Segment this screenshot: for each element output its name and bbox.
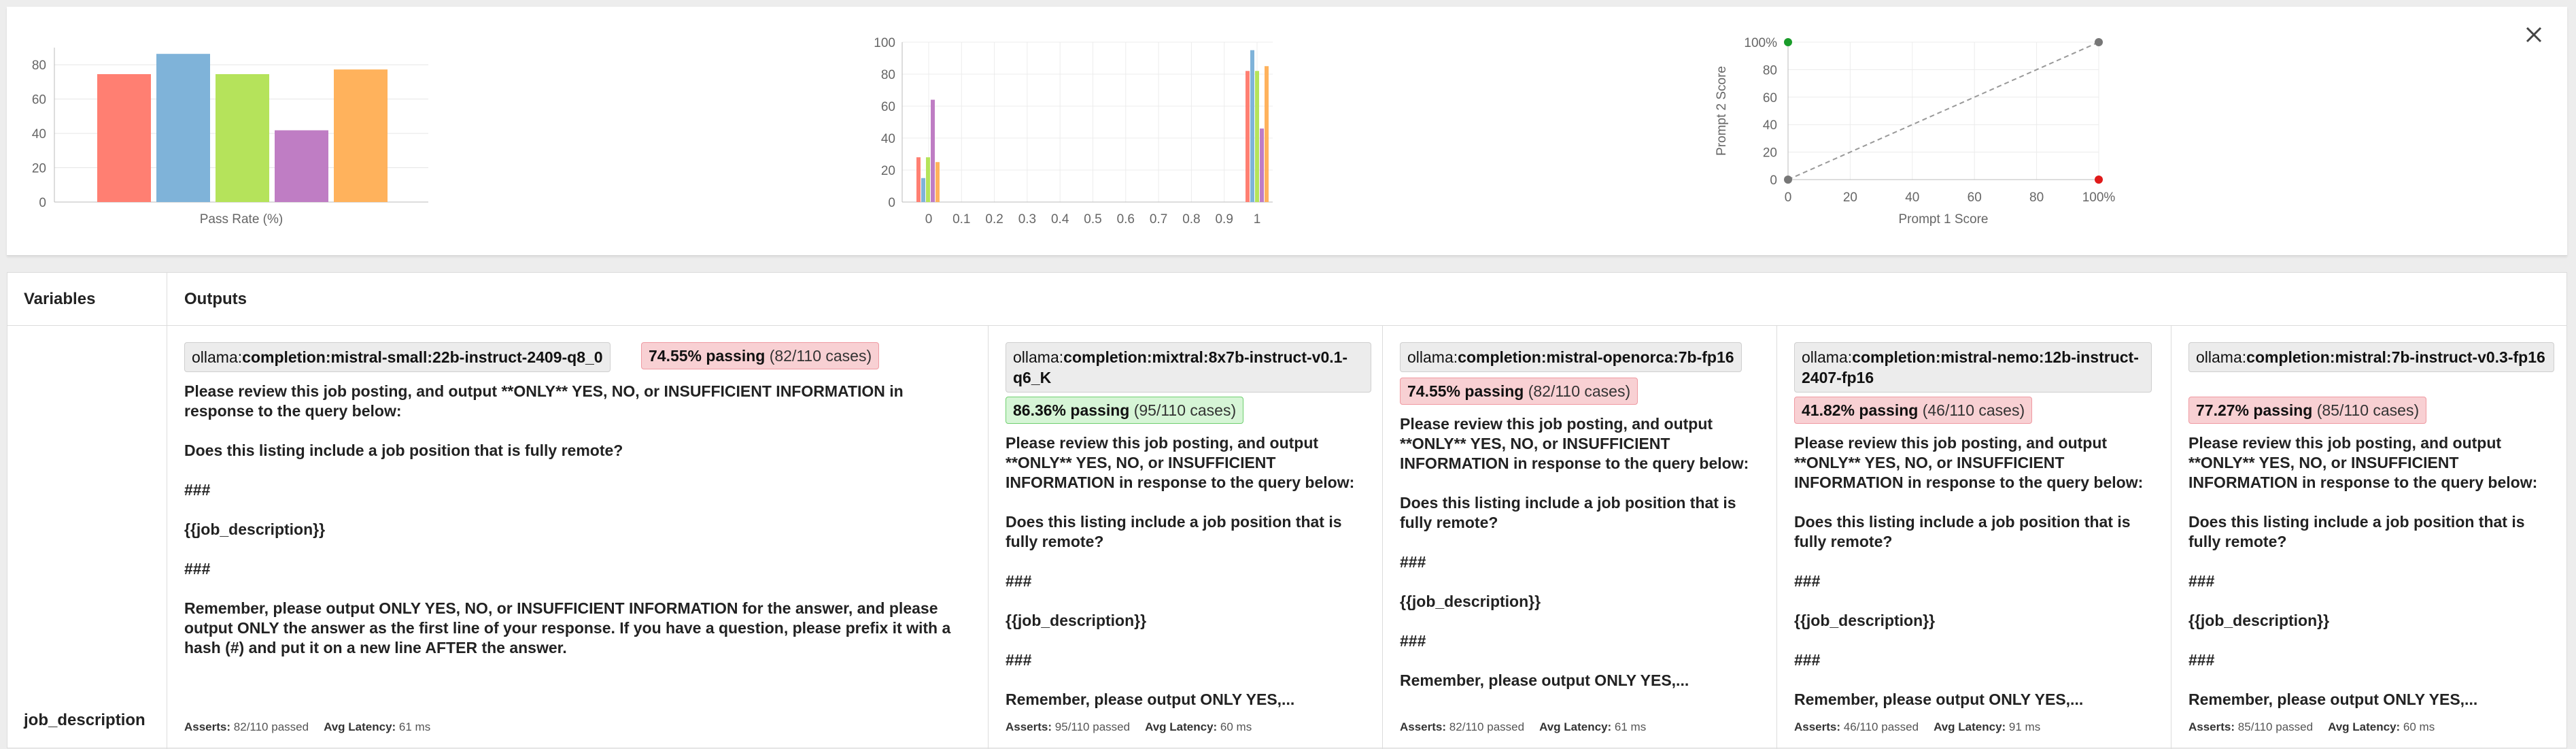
cell-footer: Asserts: 46/110 passed Avg Latency: 91 ms	[1794, 720, 2041, 733]
bar	[275, 130, 328, 202]
close-icon[interactable]	[2522, 23, 2545, 46]
scatter-point	[2095, 176, 2103, 184]
x-axis-label: Prompt 1 Score	[1899, 212, 1989, 227]
x-tick-label: 0	[1785, 190, 1792, 205]
column-divider	[1776, 326, 1777, 749]
prompt-score-scatter-chart: 0 20 40 60 80 100% 0 20 40 60 80 100% Prompt 1 Score…	[1715, 36, 2116, 227]
y-tick-label: 20	[32, 162, 46, 176]
bar	[1255, 71, 1259, 202]
y-tick-label: 40	[881, 132, 895, 146]
y-tick-label: 80	[32, 59, 46, 73]
scatter-point	[2095, 38, 2103, 46]
y-tick-label: 80	[1763, 63, 1777, 78]
scatter-point	[1784, 176, 1792, 184]
y-tick-label: 40	[1763, 118, 1777, 133]
outputs-header: Outputs	[184, 290, 247, 308]
output-cell: ollama:completion:mixtral:8x7b-instruct-…	[1006, 326, 1373, 749]
output-cell: ollama:completion:mistral:7b-instruct-v0…	[2188, 326, 2556, 749]
y-tick-label: 80	[881, 68, 895, 82]
pass-rate-badge: 77.27% passing (85/110 cases)	[2188, 397, 2427, 424]
pass-rate-badge: 41.82% passing (46/110 cases)	[1794, 397, 2033, 424]
bar	[216, 73, 269, 203]
y-tick-label: 100%	[1744, 36, 1777, 50]
score-distribution-histogram: 0 20 40 60 80 100 0 0.1 0.2 0.3 0.4 0.5 0.6 0.7 0.8 0.9…	[874, 36, 1273, 227]
column-divider	[988, 326, 989, 749]
diagonal-line	[1787, 41, 2099, 180]
bar	[921, 178, 925, 202]
cell-footer: Asserts: 82/110 passed Avg Latency: 61 ms	[1400, 720, 1647, 733]
y-tick-label: 60	[1763, 91, 1777, 105]
bar	[334, 69, 388, 203]
charts-panel: 0 20 40 60 80 Pass Rate (%) 0 20 40 60 80 100 0 0.1 0…	[7, 7, 2567, 256]
x-tick-label: 80	[2029, 190, 2044, 205]
x-tick-label: 0.2	[985, 212, 1003, 227]
x-tick-label: 0.8	[1182, 212, 1200, 227]
x-tick-label: 0.6	[1117, 212, 1135, 227]
x-tick-label: 0.5	[1084, 212, 1101, 227]
provider-label: ollama:completion:mistral-openorca:7b-fp…	[1400, 342, 1742, 372]
results-table: Variables Outputs job_description ollama…	[7, 272, 2567, 749]
x-tick-label: 40	[1905, 190, 1919, 205]
variable-name: job_description	[24, 711, 145, 729]
pass-rate-badge: 74.55% passing (82/110 cases)	[641, 342, 880, 369]
pass-rate-badge: 86.36% passing (95/110 cases)	[1006, 397, 1244, 424]
x-axis-label: Pass Rate (%)	[200, 212, 283, 227]
prompt-text: Please review this job posting, and outp…	[184, 382, 951, 656]
x-tick-label: 0.7	[1150, 212, 1167, 227]
y-tick-label: 0	[1770, 173, 1777, 188]
bar	[1246, 71, 1250, 202]
bar	[1260, 128, 1264, 202]
y-tick-label: 60	[32, 93, 46, 107]
pass-rate-badge: 74.55% passing (82/110 cases)	[1400, 378, 1638, 405]
bar	[1250, 50, 1254, 202]
x-tick-label: 0.9	[1215, 212, 1233, 227]
prompt-text: Please review this job posting, and outp…	[1794, 434, 2144, 708]
bar	[97, 73, 151, 203]
output-cell: ollama:completion:mistral-small:22b-inst…	[184, 326, 973, 749]
y-tick-label: 20	[1763, 146, 1777, 161]
cell-footer: Asserts: 95/110 passed Avg Latency: 60 ms	[1006, 720, 1252, 733]
y-axis-label: Prompt 2 Score	[1715, 66, 1729, 156]
table-header: Variables Outputs	[7, 273, 2566, 326]
output-cell: ollama:completion:mistral-openorca:7b-fp…	[1400, 326, 1767, 749]
y-tick-label: 100	[874, 36, 895, 50]
provider-label: ollama:completion:mistral:7b-instruct-v0…	[2188, 342, 2554, 372]
prompt-text: Please review this job posting, and outp…	[1006, 434, 1355, 708]
output-cell: ollama:completion:mistral-nemo:12b-instr…	[1794, 326, 2161, 749]
pass-rate-bar-chart: 0 20 40 60 80 Pass Rate (%)	[32, 48, 428, 227]
bar	[1265, 66, 1269, 202]
x-tick-label: 20	[1843, 190, 1857, 205]
bar	[935, 162, 940, 202]
x-tick-label: 0	[925, 212, 933, 227]
y-tick-label: 20	[881, 164, 895, 178]
y-tick-label: 60	[881, 100, 895, 114]
y-tick-label: 0	[39, 196, 46, 210]
x-tick-label: 0.4	[1051, 212, 1069, 227]
bar	[156, 54, 210, 203]
prompt-text: Please review this job posting, and outp…	[2188, 434, 2538, 708]
provider-label: ollama:completion:mistral-small:22b-inst…	[184, 342, 611, 372]
scatter-point	[1784, 38, 1792, 46]
bar	[916, 157, 921, 202]
x-tick-label: 100%	[2082, 190, 2116, 205]
x-tick-label: 1	[1254, 212, 1261, 227]
prompt-text: Please review this job posting, and outp…	[1400, 415, 1749, 689]
x-tick-label: 0.3	[1018, 212, 1036, 227]
cell-footer: Asserts: 82/110 passed Avg Latency: 61 ms	[184, 720, 431, 733]
column-divider	[1382, 326, 1383, 749]
cell-footer: Asserts: 85/110 passed Avg Latency: 60 ms	[2188, 720, 2435, 733]
provider-label: ollama:completion:mistral-nemo:12b-instr…	[1794, 342, 2152, 393]
y-tick-label: 40	[32, 127, 46, 142]
x-tick-label: 0.1	[952, 212, 970, 227]
y-tick-label: 0	[888, 196, 895, 210]
x-tick-label: 60	[1968, 190, 1982, 205]
variables-header: Variables	[24, 290, 96, 308]
bar	[931, 99, 935, 202]
bar	[926, 157, 930, 202]
provider-label: ollama:completion:mixtral:8x7b-instruct-…	[1006, 342, 1371, 393]
